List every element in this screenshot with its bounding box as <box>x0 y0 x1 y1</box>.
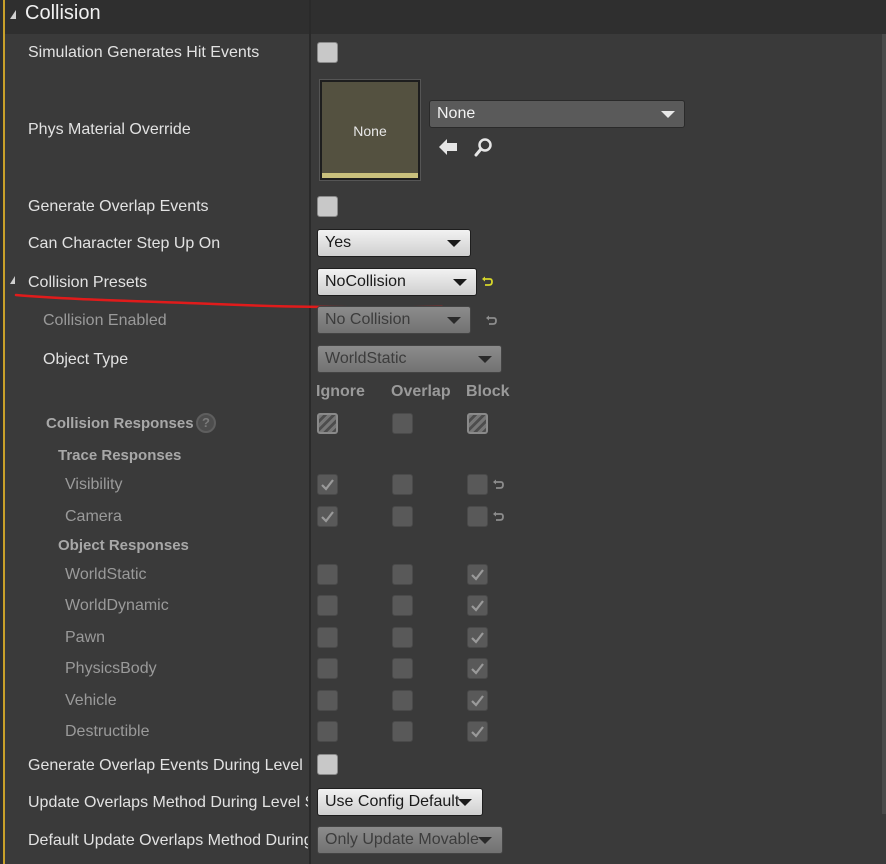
channel-label: Vehicle <box>65 692 117 709</box>
phys-material-label: Phys Material Override <box>28 121 191 138</box>
response-block-checkbox[interactable] <box>467 627 488 648</box>
gen-overlap-level-checkbox[interactable] <box>317 754 338 775</box>
category-accent-bar <box>0 0 5 864</box>
category-header[interactable] <box>5 0 886 34</box>
response-overlap-checkbox[interactable] <box>392 627 413 648</box>
chevron-down-icon <box>447 317 461 324</box>
sim-hit-checkbox[interactable] <box>317 42 338 63</box>
channel-label: Camera <box>65 508 122 525</box>
response-overlap-checkbox[interactable] <box>392 690 413 711</box>
step-up-label: Can Character Step Up On <box>28 235 221 252</box>
response-block-checkbox[interactable] <box>467 658 488 679</box>
responses-block-all-checkbox[interactable] <box>467 413 488 434</box>
reset-to-default-icon[interactable] <box>492 478 504 496</box>
object-type-value: WorldStatic <box>325 350 407 367</box>
channel-label: PhysicsBody <box>65 660 157 677</box>
response-ignore-checkbox[interactable] <box>317 474 338 495</box>
response-overlap-checkbox[interactable] <box>392 474 413 495</box>
chevron-down-icon <box>661 111 675 118</box>
default-update-combo[interactable]: Only Update Movable <box>317 826 503 854</box>
step-up-combo[interactable]: Yes <box>317 229 471 257</box>
column-ignore: Ignore <box>316 383 365 400</box>
category-title: Collision <box>25 2 101 24</box>
object-type-label: Object Type <box>43 351 129 368</box>
response-ignore-checkbox[interactable] <box>317 595 338 616</box>
gen-overlap-checkbox[interactable] <box>317 196 338 217</box>
channel-label: WorldStatic <box>65 566 147 583</box>
channel-label: Destructible <box>65 723 150 740</box>
chevron-down-icon <box>447 240 461 247</box>
reset-to-default-icon[interactable] <box>481 275 493 293</box>
sim-hit-label: Simulation Generates Hit Events <box>28 44 260 61</box>
arrow-left-icon[interactable] <box>437 137 459 157</box>
response-block-checkbox[interactable] <box>467 564 488 585</box>
response-ignore-checkbox[interactable] <box>317 506 338 527</box>
response-overlap-checkbox[interactable] <box>392 721 413 742</box>
response-overlap-checkbox[interactable] <box>392 658 413 679</box>
expand-arrow-icon[interactable] <box>10 276 15 284</box>
material-thumbnail[interactable]: None <box>320 80 420 180</box>
object-type-combo[interactable]: WorldStatic <box>317 345 502 373</box>
response-block-checkbox[interactable] <box>467 474 488 495</box>
collision-enabled-label: Collision Enabled <box>43 312 167 329</box>
help-icon[interactable]: ? <box>196 413 216 433</box>
responses-overlap-all-checkbox[interactable] <box>392 413 413 434</box>
gen-overlap-level-label: Generate Overlap Events During Level S <box>28 757 308 774</box>
thumbnail-text: None <box>353 123 387 139</box>
scrollbar-track[interactable] <box>882 34 886 814</box>
gen-overlap-label: Generate Overlap Events <box>28 198 209 215</box>
default-update-label: Default Update Overlaps Method During <box>28 832 308 849</box>
phys-material-combo[interactable]: None <box>429 100 685 128</box>
response-ignore-checkbox[interactable] <box>317 627 338 648</box>
response-overlap-checkbox[interactable] <box>392 564 413 585</box>
reset-to-default-icon[interactable] <box>485 314 497 332</box>
chevron-down-icon <box>453 279 467 286</box>
response-block-checkbox[interactable] <box>467 506 488 527</box>
response-ignore-checkbox[interactable] <box>317 564 338 585</box>
channel-label: Visibility <box>65 476 123 493</box>
collapse-arrow-icon[interactable] <box>10 10 16 19</box>
response-block-checkbox[interactable] <box>467 690 488 711</box>
collision-enabled-value: No Collision <box>325 311 411 328</box>
collision-enabled-combo[interactable]: No Collision <box>317 306 471 334</box>
reset-to-default-icon[interactable] <box>492 510 504 528</box>
update-overlaps-label: Update Overlaps Method During Level S <box>28 794 308 811</box>
collision-responses-label: Collision Responses <box>46 415 194 432</box>
response-overlap-checkbox[interactable] <box>392 595 413 616</box>
trace-responses-label: Trace Responses <box>58 447 182 464</box>
presets-value: NoCollision <box>325 273 406 290</box>
responses-ignore-all-checkbox[interactable] <box>317 413 338 434</box>
magnifier-icon[interactable] <box>473 137 495 157</box>
response-ignore-checkbox[interactable] <box>317 690 338 711</box>
column-splitter[interactable] <box>309 0 311 864</box>
chevron-down-icon <box>458 799 472 806</box>
response-block-checkbox[interactable] <box>467 721 488 742</box>
response-ignore-checkbox[interactable] <box>317 658 338 679</box>
response-ignore-checkbox[interactable] <box>317 721 338 742</box>
channel-label: WorldDynamic <box>65 597 169 614</box>
chevron-down-icon <box>478 356 492 363</box>
response-overlap-checkbox[interactable] <box>392 506 413 527</box>
response-block-checkbox[interactable] <box>467 595 488 616</box>
default-update-value: Only Update Movable <box>325 831 479 848</box>
step-up-value: Yes <box>325 234 352 251</box>
column-block: Block <box>466 383 510 400</box>
chevron-down-icon <box>478 837 492 844</box>
object-responses-label: Object Responses <box>58 537 189 554</box>
thumbnail-color-bar <box>322 173 418 178</box>
update-overlaps-value: Use Config Default <box>325 793 460 810</box>
column-overlap: Overlap <box>391 383 451 400</box>
update-overlaps-combo[interactable]: Use Config Default <box>317 788 483 816</box>
phys-material-value: None <box>437 105 476 122</box>
channel-label: Pawn <box>65 629 106 646</box>
